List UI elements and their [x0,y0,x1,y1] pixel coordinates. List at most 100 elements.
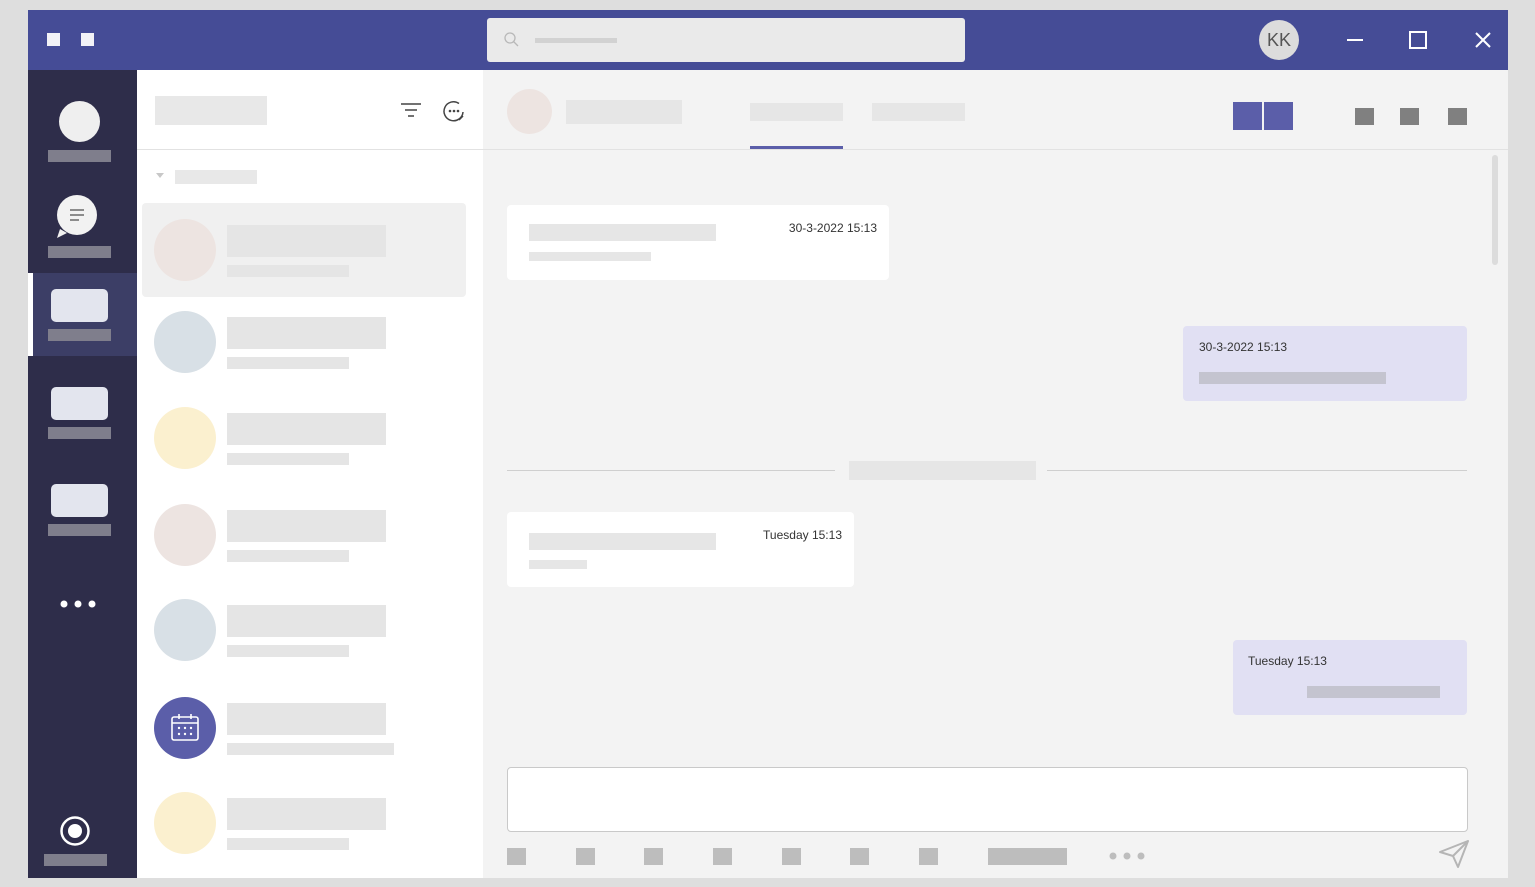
chat-bubble-icon [57,195,97,238]
rail-item-label [48,329,111,341]
conversation-header [483,70,1508,150]
compose-input[interactable] [507,767,1468,832]
contact-avatar [154,311,216,373]
contact-preview [227,550,349,562]
app-icon [51,289,108,322]
header-action-button[interactable] [1448,108,1467,125]
message-timestamp: 30-3-2022 15:13 [1199,340,1288,354]
nav-forward-button[interactable] [81,33,94,46]
attach-button[interactable] [576,848,595,865]
user-avatar[interactable]: KK [1259,20,1299,60]
rail-item-chat[interactable] [28,180,137,270]
nav-back-button[interactable] [47,33,60,46]
rail-item-store[interactable] [28,802,137,872]
message-text [529,224,716,241]
search-placeholder [535,38,617,43]
rail-item-label [48,524,111,536]
contact-item[interactable] [142,681,466,775]
rail-item-label [48,427,111,439]
message-received[interactable]: Tuesday 15:13 [507,512,854,587]
chat-list-panel [137,70,483,878]
rail-item-label [48,150,111,162]
audio-call-button[interactable] [1264,102,1293,130]
chat-list-header [137,70,483,150]
rail-item-label [44,854,107,866]
contact-item[interactable] [142,391,466,485]
contact-avatar [154,407,216,469]
format-button[interactable] [507,848,526,865]
title-bar: KK [28,10,1508,70]
contact-name [227,225,386,257]
contact-preview [227,357,349,369]
close-icon[interactable] [1470,27,1496,53]
tab-chat[interactable] [750,103,843,149]
message-text [529,560,587,569]
more-options-icon[interactable] [1108,851,1148,861]
message-text [1199,372,1386,384]
message-sent[interactable]: 30-3-2022 15:13 [1183,326,1467,401]
date-divider-label [849,461,1036,480]
contact-name [227,510,386,542]
video-call-button[interactable] [1233,102,1262,130]
rail-item-teams[interactable] [28,273,137,356]
contact-item[interactable] [142,776,466,870]
emoji-button[interactable] [644,848,663,865]
app-rail [28,70,137,878]
message-timestamp: Tuesday 15:13 [1248,654,1327,668]
contact-item[interactable] [142,295,466,389]
search-icon [504,32,519,47]
message-text [1307,686,1440,698]
chevron-down-icon[interactable] [155,172,165,180]
message-sent[interactable]: Tuesday 15:13 [1233,640,1467,715]
chat-list-title [155,96,267,125]
contact-avatar [154,504,216,566]
tab-active-indicator [750,146,843,149]
contact-preview [227,265,349,277]
rail-item-label [48,246,111,258]
header-action-button[interactable] [1355,108,1374,125]
contact-item[interactable] [142,488,466,582]
app-icon [51,387,108,420]
stream-button[interactable] [919,848,938,865]
message-received[interactable]: 30-3-2022 15:13 [507,205,889,280]
meet-button[interactable] [850,848,869,865]
contact-preview [227,645,349,657]
contact-preview [227,838,349,850]
minimize-icon[interactable] [1342,27,1368,53]
rail-item-more[interactable] [28,590,137,618]
header-action-button[interactable] [1400,108,1419,125]
contact-preview [227,743,394,755]
section-header [175,170,257,184]
maximize-icon[interactable] [1405,27,1431,53]
record-icon [60,816,90,846]
app-icon [51,484,108,517]
rail-item-calls[interactable] [28,468,137,548]
contact-name [227,605,386,637]
teams-window: KK 30-3-2022 15:13 30-3-2022 15:13 Tuesd… [28,10,1508,878]
tab-files[interactable] [872,103,965,121]
contact-name [227,413,386,445]
date-divider-line [507,470,835,471]
new-chat-icon[interactable] [442,99,466,123]
contact-item[interactable] [142,583,466,677]
scrollbar-thumb[interactable] [1492,155,1498,265]
message-timestamp: 30-3-2022 15:13 [788,221,877,235]
contact-item[interactable] [142,203,466,297]
sticker-button[interactable] [782,848,801,865]
search-input[interactable] [487,18,965,62]
calendar-icon [171,714,199,741]
rail-item-calendar[interactable] [28,370,137,450]
conversation-panel: 30-3-2022 15:13 30-3-2022 15:13 Tuesday … [483,70,1508,878]
contact-name [227,703,386,735]
send-icon[interactable] [1438,839,1470,869]
rail-item-activity[interactable] [28,80,137,170]
message-timestamp: Tuesday 15:13 [763,528,842,542]
gif-button[interactable] [713,848,732,865]
app-extension-button[interactable] [988,848,1067,865]
conversation-title [566,100,682,124]
filter-icon[interactable] [400,100,422,120]
contact-avatar [154,792,216,854]
contact-preview [227,453,349,465]
message-text [529,252,651,261]
conversation-avatar[interactable] [507,89,552,134]
